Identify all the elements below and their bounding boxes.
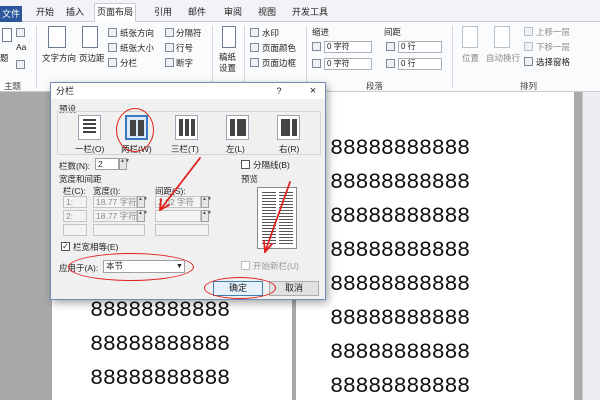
annotation-arrows xyxy=(159,157,291,253)
